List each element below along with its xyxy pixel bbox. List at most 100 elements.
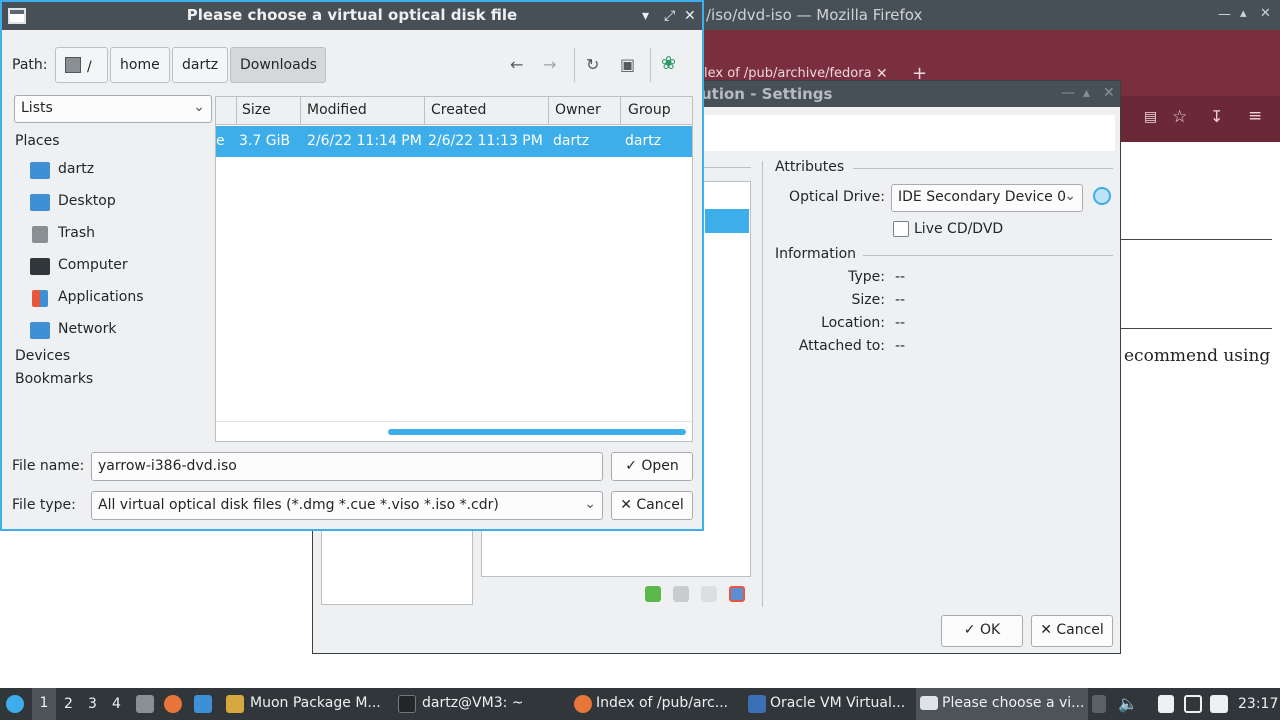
desktop-3[interactable]: 3 (88, 696, 97, 712)
refresh-icon[interactable]: ↻ (586, 55, 599, 74)
minimize-icon[interactable]: ▾ (642, 8, 649, 24)
cell-created: 2/6/22 11:13 PM (428, 133, 543, 149)
network-icon[interactable] (1210, 695, 1228, 713)
minimize-icon[interactable]: — (1218, 7, 1231, 22)
new-folder-icon[interactable]: ▣ (620, 55, 635, 74)
vbox-search-field[interactable] (703, 115, 1115, 151)
breadcrumb-home[interactable]: home (110, 47, 170, 83)
menu-icon[interactable]: ≡ (1248, 106, 1262, 126)
close-icon[interactable]: ✕ (1260, 6, 1271, 21)
breadcrumb-root[interactable]: / (55, 47, 108, 83)
bookmarks-heading[interactable]: Bookmarks (15, 371, 93, 387)
devices-heading[interactable]: Devices (15, 348, 70, 364)
x-icon: ✕ (1040, 622, 1052, 638)
trash-icon (32, 226, 48, 243)
back-arrow-icon[interactable]: ← (510, 55, 523, 74)
package-icon (226, 695, 244, 713)
network-folder-icon (30, 322, 50, 339)
info-key-location: Location: (821, 315, 885, 331)
x-icon: ✕ (620, 497, 632, 513)
task-virtualbox[interactable]: Oracle VM Virtual... (744, 688, 914, 720)
bookmark-star-icon[interactable]: ☆ (1172, 107, 1187, 127)
places-item-label: Applications (58, 289, 144, 305)
maximize-icon[interactable]: ▴ (1083, 85, 1090, 101)
open-label: Open (641, 458, 679, 474)
cancel-button[interactable]: ✕ Cancel (1031, 615, 1113, 647)
app-launcher-icon[interactable] (6, 695, 24, 713)
add-controller-icon[interactable] (645, 586, 661, 602)
desktop-1[interactable]: 1 (32, 688, 56, 720)
file-name-input[interactable]: yarrow-i386-dvd.iso (91, 452, 603, 481)
show-desktop-icon[interactable] (194, 695, 212, 713)
clipboard-icon[interactable] (1158, 695, 1174, 713)
breadcrumb-downloads[interactable]: Downloads (230, 47, 326, 83)
add-attachment-icon[interactable] (673, 586, 689, 602)
divider (650, 48, 651, 82)
maximize-icon[interactable]: ▴ (1240, 6, 1247, 21)
info-value-attached: -- (895, 338, 906, 354)
file-row-selected[interactable]: e 3.7 GiB 2/6/22 11:14 PM 2/6/22 11:13 P… (216, 126, 692, 157)
info-value-location: -- (895, 315, 906, 331)
file-list-header: Size Modified Created Owner Group (216, 97, 692, 125)
column-header-created[interactable]: Created (431, 102, 486, 118)
cancel-button[interactable]: ✕ Cancel (611, 491, 693, 520)
storage-tree-selected-row[interactable] (705, 209, 749, 233)
volume-icon[interactable]: 🔈 (1118, 694, 1138, 713)
close-icon[interactable]: ✕ (684, 8, 696, 24)
places-item-label: Trash (58, 225, 95, 241)
maximize-icon[interactable]: ⤢ (664, 8, 675, 24)
places-item-label: Network (58, 321, 117, 337)
horizontal-scrollbar[interactable] (388, 429, 686, 435)
remove-controller-icon[interactable] (729, 586, 745, 602)
tray-expand-icon[interactable] (1092, 695, 1106, 713)
places-view-select[interactable]: Lists ⌄ (14, 95, 212, 123)
breadcrumb-label: Downloads (240, 57, 317, 73)
firefox-window-title: /iso/dvd-iso — Mozilla Firefox (706, 6, 923, 24)
live-cd-checkbox[interactable] (893, 221, 909, 237)
remove-attachment-icon[interactable] (701, 586, 717, 602)
open-button[interactable]: ✓ Open (611, 452, 693, 481)
desktop-4[interactable]: 4 (112, 696, 121, 712)
column-header-owner[interactable]: Owner (555, 102, 601, 118)
optical-drive-label: Optical Drive: (789, 189, 885, 205)
column-header-group[interactable]: Group (628, 102, 671, 118)
firefox-icon[interactable] (164, 695, 182, 713)
desktop-2[interactable]: 2 (64, 696, 73, 712)
task-label: Oracle VM Virtual... (770, 695, 906, 711)
display-icon[interactable] (1184, 695, 1202, 713)
firefox-tab[interactable]: lex of /pub/archive/fedora (704, 66, 872, 81)
file-list[interactable]: Size Modified Created Owner Group e 3.7 … (215, 96, 693, 442)
column-separator (548, 97, 549, 125)
virtualbox-icon (748, 695, 766, 713)
task-terminal[interactable]: dartz@VM3: ~ (394, 688, 564, 720)
info-key-size: Size: (851, 292, 885, 308)
reader-view-icon[interactable]: ▤ (1144, 109, 1157, 125)
places-item-label: Computer (58, 257, 128, 273)
minimize-icon[interactable]: — (1061, 85, 1075, 101)
download-icon[interactable]: ↧ (1210, 107, 1223, 126)
cancel-label: Cancel (636, 497, 684, 513)
forward-arrow-icon[interactable]: → (543, 55, 556, 74)
places-item-label: dartz (58, 161, 95, 177)
terminal-icon (398, 695, 416, 713)
column-header-size[interactable]: Size (242, 102, 271, 118)
settings-category-list[interactable] (321, 525, 473, 605)
task-file-dialog[interactable]: Please choose a vi... (916, 688, 1088, 720)
task-firefox[interactable]: Index of /pub/arc... (570, 688, 740, 720)
info-key-attached: Attached to: (798, 338, 885, 354)
task-muon[interactable]: Muon Package M... (222, 688, 388, 720)
breadcrumb-dartz[interactable]: dartz (172, 47, 228, 83)
attributes-heading: Attributes (775, 159, 845, 175)
options-icon[interactable]: ❀ (661, 53, 676, 74)
clock[interactable]: 23:17 (1238, 696, 1278, 712)
ok-button[interactable]: ✓ OK (941, 615, 1023, 647)
file-type-select[interactable]: All virtual optical disk files (*.dmg *.… (91, 491, 603, 520)
column-separator (620, 97, 621, 125)
optical-drive-select[interactable]: IDE Secondary Device 0 ⌄ (891, 184, 1083, 212)
choose-disk-icon[interactable] (1093, 187, 1111, 205)
close-icon[interactable]: ✕ (1103, 85, 1115, 101)
chevron-down-icon: ⌄ (584, 496, 596, 512)
column-header-modified[interactable]: Modified (307, 102, 367, 118)
path-label: Path: (12, 57, 48, 73)
file-manager-icon[interactable] (136, 695, 154, 713)
